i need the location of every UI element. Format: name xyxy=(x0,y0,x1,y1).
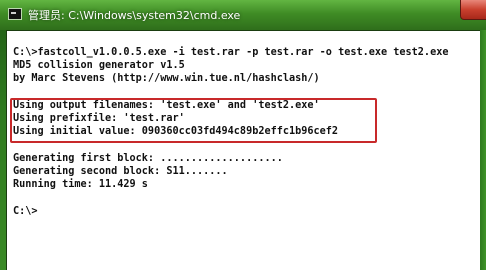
console-output[interactable]: C:\>fastcoll_v1.0.0.5.exe -i test.rar -p… xyxy=(6,30,480,270)
console-line-author: by Marc Stevens (http://www.win.tue.nl/h… xyxy=(13,73,320,84)
window-title: 管理员: C:\Windows\system32\cmd.exe xyxy=(28,9,241,22)
console-line-first-block: Generating first block: ................… xyxy=(13,153,283,164)
cmd-icon xyxy=(8,8,22,20)
console-prompt: C:\> xyxy=(13,206,38,217)
cmd-window: 管理员: C:\Windows\system32\cmd.exe C:\>fas… xyxy=(0,0,486,270)
title-bar[interactable]: 管理员: C:\Windows\system32\cmd.exe xyxy=(0,0,486,30)
console-line-second-block: Generating second block: S11....... xyxy=(13,166,228,177)
console-line-initial-value: Using initial value: 090360cc03fd494c89b… xyxy=(13,126,339,137)
window-right-frame xyxy=(480,30,486,270)
console-command-line: C:\>fastcoll_v1.0.0.5.exe -i test.rar -p… xyxy=(13,47,449,58)
console-line-prefixfile: Using prefixfile: 'test.rar' xyxy=(13,113,185,124)
console-line-tool-name: MD5 collision generator v1.5 xyxy=(13,60,185,71)
console-line-output-filenames: Using output filenames: 'test.exe' and '… xyxy=(13,100,320,111)
close-button[interactable] xyxy=(460,0,486,20)
console-line-running-time: Running time: 11.429 s xyxy=(13,179,148,190)
